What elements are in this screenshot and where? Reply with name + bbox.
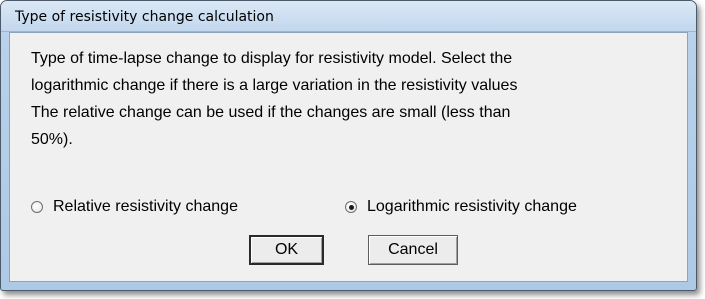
dialog-window: Type of resistivity change calculation T… [0,0,697,291]
radio-unselected-icon[interactable] [31,201,43,213]
logarithmic-change-label: Logarithmic resistivity change [367,198,577,215]
window-title: Type of resistivity change calculation [15,9,274,25]
radio-dot-icon [348,204,354,210]
dialog-body: Type of time-lapse change to display for… [9,32,688,282]
relative-change-option[interactable]: Relative resistivity change [31,198,238,216]
description-text: Type of time-lapse change to display for… [31,50,518,148]
radio-selected-icon[interactable] [345,201,357,213]
title-bar[interactable]: Type of resistivity change calculation [1,1,696,32]
cancel-button[interactable]: Cancel [368,235,458,265]
ok-button[interactable]: OK [249,235,324,265]
relative-change-label: Relative resistivity change [53,198,238,215]
logarithmic-change-option[interactable]: Logarithmic resistivity change [345,198,577,216]
